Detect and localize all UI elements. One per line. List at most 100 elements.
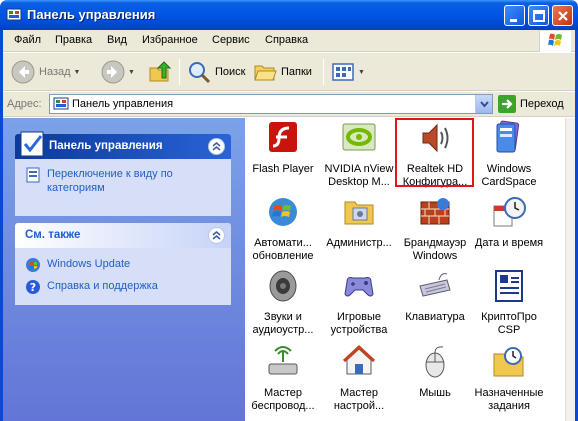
item-sounds-and-audio[interactable]: Звуки и аудиоустр... [243,268,323,337]
item-label: Администр... [326,237,392,249]
item-windows-firewall[interactable]: Брандмауэр Windows [395,194,475,263]
item-label-line2: аудиоустр... [252,324,314,336]
svg-text:?: ? [30,281,36,294]
go-arrow-icon [498,95,516,113]
up-folder-icon [149,61,172,82]
window-title: Панель управления [27,7,156,22]
help-and-support-label: Справка и поддержка [47,280,158,292]
toolbar: Назад ▼ ▼ Поиск Папки ▼ [3,53,575,91]
item-flash-player[interactable]: Flash Player [243,120,323,176]
item-label: КриптоПро [481,311,537,323]
collapse-section-button[interactable] [208,227,225,244]
item-label: NVIDIA nView [324,163,394,175]
clock-icon [493,197,526,227]
search-label: Поиск [215,66,246,78]
address-bar: Адрес: Панель управления Переход [3,92,575,117]
menu-tools[interactable]: Сервис [212,34,250,46]
title-bar: Панель управления [0,0,578,30]
item-label: Клавиатура [405,311,465,323]
folders-button[interactable]: Папки [253,57,312,87]
item-label-line2: обновление [252,250,314,262]
switch-view-label: Переключение к виду по категориям [47,167,173,195]
close-button[interactable] [552,5,573,26]
item-nvidia-nview[interactable]: NVIDIA nView Desktop M... [319,120,399,189]
item-network-setup-wizard[interactable]: Мастер настрой... [319,344,399,413]
item-scheduled-tasks[interactable]: Назначенные задания [469,344,549,413]
views-dropdown-icon: ▼ [358,68,365,76]
item-mouse[interactable]: Мышь [395,344,475,400]
keyboard-icon [419,273,451,297]
cryptopro-icon [495,270,523,302]
windows-update-label: Windows Update [47,258,131,270]
item-cryptopro-csp[interactable]: КриптоПро CSP [469,268,549,337]
menu-file[interactable]: Файл [14,34,41,46]
item-label: Игровые [336,311,382,323]
address-field[interactable]: Панель управления [49,94,493,114]
item-game-controllers[interactable]: Игровые устройства [319,268,399,337]
address-value: Панель управления [72,98,174,110]
menu-edit[interactable]: Правка [55,34,92,46]
mouse-icon [425,346,445,378]
item-administrative-tools[interactable]: Администр... [319,194,399,250]
forward-dropdown-icon: ▼ [128,68,135,76]
maximize-button[interactable] [528,5,549,26]
nvidia-icon [342,123,376,151]
collapse-section-button[interactable] [208,138,225,155]
flash-player-icon [269,122,297,152]
chevron-up-icon [212,231,221,240]
see-also-section-header[interactable]: См. также [15,223,231,248]
item-label-line2: CardSpace [481,176,537,188]
help-icon: ? [26,280,40,294]
item-label-line2: устройства [330,324,388,336]
gamepad-icon [344,277,374,297]
see-also-title: См. также [25,229,81,241]
see-also-section-body: Windows Update ? Справка и поддержка [15,248,231,311]
back-arrow-icon [11,60,35,84]
go-label: Переход [520,98,564,110]
menu-help[interactable]: Справка [265,34,308,46]
item-label: Мышь [419,387,451,399]
address-label: Адрес: [7,98,42,110]
minimize-button[interactable] [504,5,525,26]
views-button[interactable]: ▼ [331,57,365,87]
item-windows-cardspace[interactable]: Windows CardSpace [469,120,549,189]
toolbar-separator [323,59,324,85]
item-wireless-network-wizard[interactable]: Мастер беспровод... [243,344,323,413]
windows-update-icon [26,258,40,272]
menu-favorites[interactable]: Избранное [142,34,198,46]
item-date-and-time[interactable]: Дата и время [469,194,549,250]
item-label: Брандмауэр [403,237,467,249]
folders-icon [254,65,277,81]
item-label-line2: задания [488,400,530,412]
network-setup-icon [342,344,376,375]
forward-button[interactable]: ▼ [101,57,135,87]
see-also-section: См. также Windows Update ? Справка и под… [15,223,231,305]
item-label-line2: беспровод... [251,400,315,412]
item-automatic-updates[interactable]: Автомати... обновление [243,194,323,263]
control-panel-section-title: Панель управления [49,140,163,152]
control-panel-section-header[interactable]: Панель управления [15,131,231,159]
menu-view[interactable]: Вид [107,34,127,46]
scrollbar[interactable] [565,118,575,421]
item-label: Звуки и [264,311,302,323]
control-panel-section: Панель управления Переключение к виду по… [15,131,231,216]
highlight-box [395,118,474,187]
scheduled-tasks-icon [493,347,524,377]
control-panel-section-body: Переключение к виду по категориям [15,159,231,211]
chevron-up-icon [212,142,221,151]
help-and-support-link[interactable]: ? Справка и поддержка [25,279,223,295]
item-label-line2: Windows [412,250,458,262]
windows-update-link[interactable]: Windows Update [25,257,223,273]
up-folder-button[interactable] [148,57,172,87]
switch-to-category-view-link[interactable]: Переключение к виду по категориям [25,167,223,195]
admin-tools-icon [344,201,374,225]
item-keyboard[interactable]: Клавиатура [395,268,475,324]
address-dropdown-button[interactable] [475,95,492,113]
item-label-line2: CSP [497,324,521,336]
back-button[interactable]: Назад ▼ [11,57,80,87]
search-button[interactable]: Поиск [187,57,245,87]
item-label: Назначенные [474,387,544,399]
search-icon [189,62,211,84]
folders-label: Папки [281,66,312,78]
go-button[interactable]: Переход [498,95,564,113]
